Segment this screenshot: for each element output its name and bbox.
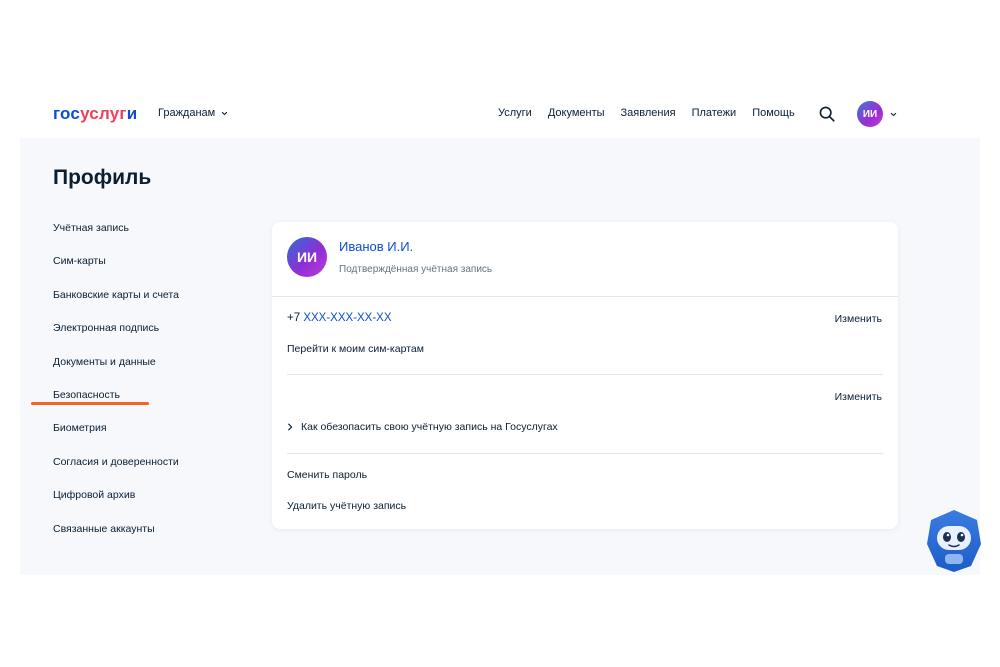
account-status: Подтверждённая учётная запись: [339, 264, 493, 275]
security-tips-link[interactable]: Как обезопасить свою учётную запись на Г…: [287, 421, 558, 433]
account-card: ИИ Иванов И.И. Подтверждённая учётная за…: [272, 222, 898, 529]
profile-page: Профиль Учётная запись Сим-карты Банковс…: [20, 138, 980, 575]
user-avatar[interactable]: ИИ: [857, 101, 883, 127]
audience-label: Гражданам: [158, 107, 216, 119]
divider: [287, 453, 883, 454]
sidebar-item-linked-accounts[interactable]: Связанные аккаунты: [53, 521, 179, 554]
sidebar-item-digital-archive[interactable]: Цифровой архив: [53, 487, 179, 520]
chevron-right-icon: [288, 423, 293, 431]
gosuslugi-logo[interactable]: госуслуги: [53, 104, 137, 124]
audience-selector[interactable]: Гражданам: [158, 107, 228, 119]
active-item-underline: [31, 402, 149, 405]
delete-account-link[interactable]: Удалить учётную запись: [287, 500, 406, 512]
nav-item-services[interactable]: Услуги: [498, 107, 532, 119]
user-name: Иванов И.И.: [339, 239, 414, 254]
nav-item-applications[interactable]: Заявления: [621, 107, 676, 119]
nav-item-payments[interactable]: Платежи: [692, 107, 737, 119]
edit-button[interactable]: Изменить: [835, 391, 882, 403]
sidebar-item-documents[interactable]: Документы и данные: [53, 354, 179, 387]
change-password-link[interactable]: Сменить пароль: [287, 469, 367, 481]
sidebar-item-consents[interactable]: Согласия и доверенности: [53, 454, 179, 487]
divider: [287, 374, 883, 375]
page-title: Профиль: [53, 166, 152, 189]
chevron-down-icon: [221, 111, 228, 115]
divider: [272, 296, 898, 297]
nav-item-documents[interactable]: Документы: [548, 107, 605, 119]
profile-avatar: ИИ: [287, 237, 327, 277]
sidebar-item-e-signature[interactable]: Электронная подпись: [53, 320, 179, 353]
search-icon[interactable]: [818, 105, 836, 123]
nav-item-help[interactable]: Помощь: [752, 107, 795, 119]
edit-phone-button[interactable]: Изменить: [835, 313, 882, 325]
phone-number: +7 XXX-XXX-XX-XX: [287, 312, 392, 324]
chevron-down-icon[interactable]: [890, 111, 897, 118]
sidebar-item-biometrics[interactable]: Биометрия: [53, 420, 179, 453]
top-header: госуслуги Гражданам Услуги Документы Зая…: [20, 92, 980, 139]
top-nav: Услуги Документы Заявления Платежи Помощ…: [498, 107, 795, 119]
profile-sidebar: Учётная запись Сим-карты Банковские карт…: [31, 220, 179, 554]
sidebar-item-bank-cards[interactable]: Банковские карты и счета: [53, 287, 179, 320]
robot-assistant-icon[interactable]: [923, 508, 985, 574]
sim-cards-link[interactable]: Перейти к моим сим-картам: [287, 343, 424, 355]
sidebar-item-sim-cards[interactable]: Сим-карты: [53, 253, 179, 286]
sidebar-item-account[interactable]: Учётная запись: [53, 220, 179, 253]
